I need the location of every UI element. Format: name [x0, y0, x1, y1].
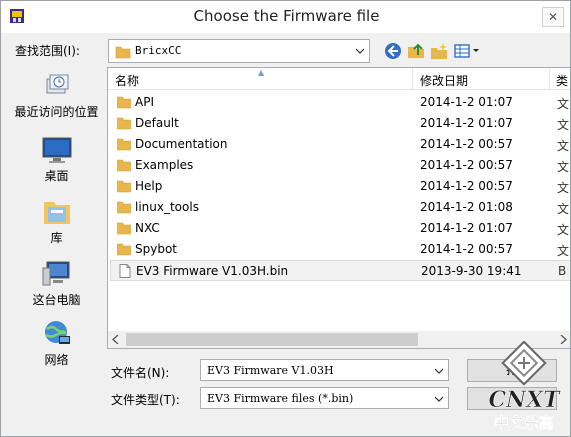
- place-label: 这台电脑: [32, 293, 81, 307]
- list-item[interactable]: Default 2014-1-2 01:07 文: [110, 113, 570, 134]
- network-icon: [44, 321, 70, 344]
- cell-name: EV3 Firmware V1.03H.bin: [136, 264, 289, 278]
- list-item[interactable]: EV3 Firmware V1.03H.bin 2013-9-30 19:41 B: [110, 260, 570, 281]
- cell-type: 文: [557, 139, 570, 153]
- list-item[interactable]: linux_tools 2014-1-2 01:08 文: [110, 197, 570, 218]
- place-desktop[interactable]: 桌面: [9, 135, 104, 184]
- cell-type: 文: [557, 244, 570, 258]
- new-folder-icon[interactable]: [429, 41, 449, 61]
- place-label: 桌面: [44, 169, 69, 183]
- list-header: ▲ 名称 修改日期 类: [108, 68, 570, 90]
- filename-combo[interactable]: EV3 Firmware V1.03H: [200, 359, 449, 381]
- file-list[interactable]: ▲ 名称 修改日期 类 API 2014-1-2 01:07 文 Default 201…: [107, 67, 570, 349]
- file-icon: [119, 264, 131, 278]
- folder-icon: [117, 201, 131, 214]
- folder-icon: [117, 222, 131, 235]
- filename-value: EV3 Firmware V1.03H: [207, 364, 334, 377]
- cell-date: 2014-1-2 00:57: [420, 137, 513, 151]
- list-item[interactable]: API 2014-1-2 01:07 文: [110, 92, 570, 113]
- column-name[interactable]: 名称: [115, 72, 139, 89]
- filetype-combo[interactable]: EV3 Firmware files (*.bin): [200, 387, 449, 409]
- place-network[interactable]: 网络: [9, 319, 104, 368]
- watermark-caption: 中文乐高: [494, 414, 554, 432]
- chevron-down-icon: [356, 48, 364, 54]
- folder-icon: [117, 117, 131, 130]
- filename-label: 文件名(N):: [111, 366, 170, 380]
- close-button[interactable]: ✕: [542, 7, 564, 27]
- cell-type: 文: [557, 223, 570, 237]
- column-type[interactable]: 类: [556, 72, 568, 89]
- chevron-down-icon[interactable]: [435, 395, 443, 403]
- cell-name: API: [135, 95, 154, 109]
- cell-name: linux_tools: [135, 200, 199, 214]
- cell-type: 文: [557, 181, 570, 195]
- cell-name: Documentation: [135, 137, 228, 151]
- cell-name: Help: [135, 179, 163, 193]
- libraries-icon: [43, 202, 70, 224]
- cell-date: 2014-1-2 00:57: [420, 158, 513, 172]
- lookin-label: 查找范围(I):: [15, 44, 80, 58]
- view-menu-icon[interactable]: [453, 41, 481, 61]
- filetype-value: EV3 Firmware files (*.bin): [207, 392, 354, 405]
- place-recent[interactable]: 最近访问的位置: [9, 71, 104, 120]
- folder-icon: [117, 159, 131, 172]
- place-label: 最近访问的位置: [14, 105, 99, 119]
- cell-name: Spybot: [135, 242, 177, 256]
- cell-date: 2013-9-30 19:41: [421, 264, 522, 278]
- cell-name: Default: [135, 116, 179, 130]
- folder-icon: [117, 96, 131, 109]
- cnxt-watermark-logo: CNXT 中文乐高: [488, 341, 561, 432]
- folder-icon: [117, 180, 131, 193]
- cell-date: 2014-1-2 01:07: [420, 221, 513, 235]
- folder-icon: [117, 243, 131, 256]
- list-item[interactable]: Help 2014-1-2 00:57 文: [110, 176, 570, 197]
- desktop-icon: [42, 137, 71, 163]
- sort-ascending-icon: ▲: [258, 68, 265, 77]
- list-item[interactable]: Examples 2014-1-2 00:57 文: [110, 155, 570, 176]
- cell-date: 2014-1-2 00:57: [420, 242, 513, 256]
- scroll-left-icon[interactable]: [112, 335, 120, 344]
- title-bar: Choose the Firmware file ✕: [1, 1, 570, 33]
- this-pc-icon: [42, 261, 69, 286]
- cell-type: 文: [557, 97, 570, 111]
- places-bar: 最近访问的位置 桌面 库 这台电脑 网络: [9, 67, 104, 387]
- chevron-down-icon[interactable]: [435, 367, 443, 375]
- column-date[interactable]: 修改日期: [420, 72, 468, 89]
- cell-type: 文: [557, 160, 570, 174]
- cell-name: Examples: [135, 158, 194, 172]
- cell-type: 文: [557, 202, 570, 216]
- list-item[interactable]: Spybot 2014-1-2 00:57 文: [110, 239, 570, 260]
- lookin-value: BricxCC: [135, 44, 182, 57]
- up-folder-icon[interactable]: [406, 41, 426, 61]
- window-title: Choose the Firmware file: [193, 7, 380, 25]
- place-label: 库: [50, 231, 63, 245]
- cell-date: 2014-1-2 00:57: [420, 179, 513, 193]
- recent-places-icon: [46, 74, 68, 94]
- cell-name: NXC: [135, 221, 160, 235]
- file-dialog: Choose the Firmware file ✕ 查找范围(I): Bric…: [0, 0, 571, 437]
- cell-type: B: [558, 264, 567, 278]
- list-item[interactable]: NXC 2014-1-2 01:07 文: [110, 218, 570, 239]
- back-icon[interactable]: [383, 41, 403, 61]
- cell-date: 2014-1-2 01:07: [420, 95, 513, 109]
- place-libraries[interactable]: 库: [9, 197, 104, 246]
- column-divider[interactable]: [412, 68, 413, 90]
- folder-icon: [117, 138, 131, 151]
- cell-date: 2014-1-2 01:07: [420, 116, 513, 130]
- list-item[interactable]: Documentation 2014-1-2 00:57 文: [110, 134, 570, 155]
- filetype-label: 文件类型(T):: [111, 393, 180, 407]
- lookin-dropdown[interactable]: BricxCC: [108, 39, 370, 63]
- cell-type: 文: [557, 118, 570, 132]
- watermark-brand: CNXT: [488, 387, 561, 413]
- scrollbar-thumb[interactable]: [126, 333, 418, 346]
- place-label: 网络: [44, 353, 69, 367]
- folder-icon: [115, 46, 131, 59]
- place-this-pc[interactable]: 这台电脑: [9, 259, 104, 308]
- cell-date: 2014-1-2 01:08: [420, 200, 513, 214]
- column-divider[interactable]: [549, 68, 550, 90]
